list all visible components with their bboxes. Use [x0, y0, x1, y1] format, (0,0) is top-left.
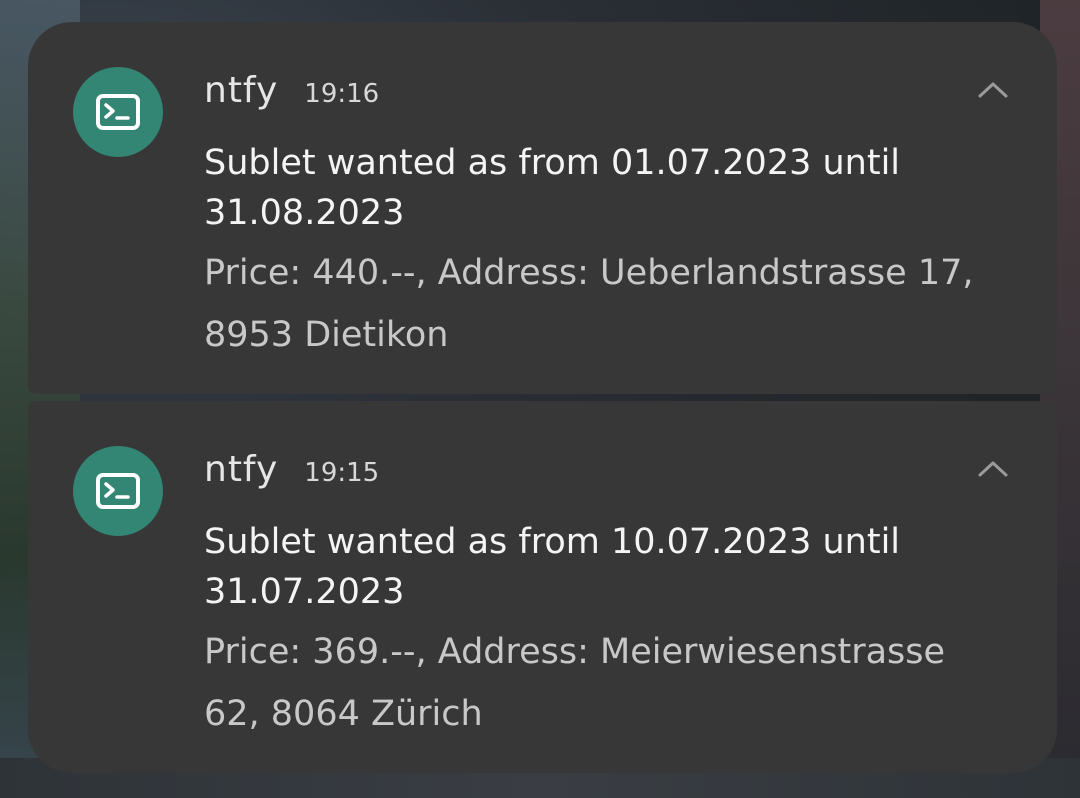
notification-header: ntfy 19:15	[204, 449, 379, 490]
notification-title: Sublet wanted as from 01.07.2023 until 3…	[204, 143, 901, 233]
notification-card[interactable]: ntfy 19:16 Sublet wanted as from 01.07.2…	[28, 22, 1057, 394]
notification-title: Sublet wanted as from 10.07.2023 until 3…	[204, 522, 901, 612]
chevron-up-icon[interactable]	[973, 72, 1013, 108]
terminal-icon	[73, 67, 163, 157]
chevron-up-icon[interactable]	[973, 451, 1013, 487]
notification-stack: ntfy 19:16 Sublet wanted as from 01.07.2…	[28, 22, 1057, 773]
notification-header: ntfy 19:16	[204, 70, 379, 111]
notification-time: 19:16	[304, 79, 380, 109]
terminal-icon	[73, 446, 163, 536]
notification-time: 19:15	[304, 458, 380, 488]
app-name: ntfy	[204, 70, 279, 111]
notification-body: Price: 440.--, Address: Ueberlandstrasse…	[204, 253, 974, 355]
notification-card[interactable]: ntfy 19:15 Sublet wanted as from 10.07.2…	[28, 401, 1057, 773]
app-name: ntfy	[204, 449, 279, 490]
notification-body: Price: 369.--, Address: Meierwiesenstras…	[204, 632, 946, 734]
